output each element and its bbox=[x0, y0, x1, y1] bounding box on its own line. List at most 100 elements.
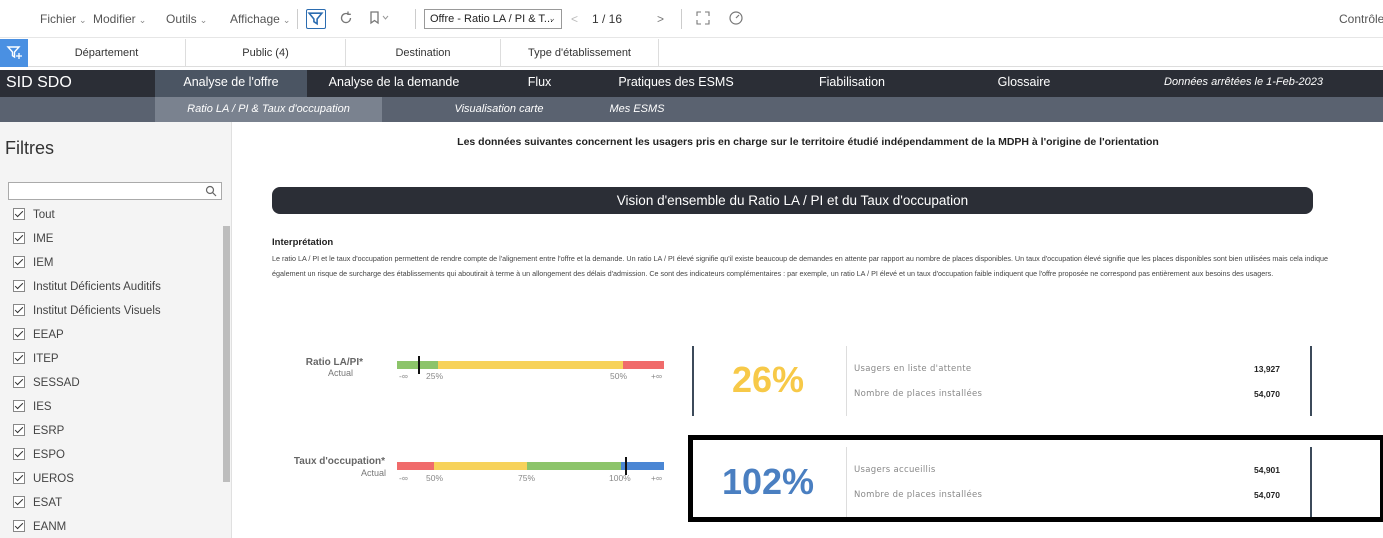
checkbox-row[interactable]: ITEP bbox=[13, 352, 59, 370]
interpretation-text: Le ratio LA / PI et le taux d'occupation… bbox=[272, 254, 1328, 278]
ratio-tick: +∞ bbox=[651, 371, 663, 381]
checkbox-checked-icon[interactable] bbox=[13, 448, 25, 460]
menu-affichage[interactable]: Affichage ⌄ bbox=[230, 12, 290, 26]
stat-label: Nombre de places installées bbox=[854, 389, 983, 399]
controls-menu[interactable]: Contrôles bbox=[1339, 12, 1383, 26]
checkbox-row[interactable]: EEAP bbox=[13, 328, 64, 346]
checkbox-row[interactable]: IME bbox=[13, 232, 53, 250]
main-content: Les données suivantes concernent les usa… bbox=[233, 122, 1383, 538]
sidebar-scrollbar[interactable] bbox=[223, 226, 230, 482]
chevron-down-icon: ⌄ bbox=[282, 15, 291, 25]
checkbox-checked-icon[interactable] bbox=[13, 376, 25, 388]
stat-label: Usagers en liste d'attente bbox=[854, 364, 972, 374]
filter-panel-button[interactable] bbox=[0, 39, 28, 67]
nav-fiabilisation[interactable]: Fiabilisation bbox=[790, 70, 914, 97]
checkbox-row[interactable]: Institut Déficients Visuels bbox=[13, 304, 161, 322]
bookmark-button[interactable] bbox=[368, 10, 390, 29]
filter-tab-destination[interactable]: Destination bbox=[346, 39, 501, 67]
interpretation-title: Interprétation bbox=[272, 237, 334, 248]
performance-button[interactable] bbox=[728, 10, 744, 29]
ratio-percent: 26% bbox=[731, 359, 805, 400]
sidebar-search-input[interactable] bbox=[8, 182, 222, 200]
nav-pratiques-esms[interactable]: Pratiques des ESMS bbox=[596, 70, 756, 97]
checkbox-checked-icon[interactable] bbox=[13, 232, 25, 244]
checkbox-label: EANM bbox=[33, 521, 67, 533]
checkbox-checked-icon[interactable] bbox=[13, 208, 25, 220]
taux-tick: 50% bbox=[426, 473, 444, 483]
checkbox-row[interactable]: Institut Déficients Auditifs bbox=[13, 280, 161, 298]
ratio-tick: 25% bbox=[426, 371, 444, 381]
prev-page-button[interactable]: < bbox=[571, 12, 578, 26]
checkbox-row[interactable]: IES bbox=[13, 400, 52, 418]
checkbox-checked-icon[interactable] bbox=[13, 520, 25, 532]
checkbox-checked-icon[interactable] bbox=[13, 280, 25, 292]
checkbox-row[interactable]: Tout bbox=[13, 208, 55, 226]
filter-toggle-button[interactable] bbox=[306, 9, 326, 29]
toolbar: Fichier ⌄ Modifier ⌄ Outils ⌄ Affichage ⌄ Of… bbox=[0, 0, 1383, 38]
checkbox-row[interactable]: IEM bbox=[13, 256, 53, 274]
taux-bar-yellow bbox=[434, 462, 527, 470]
data-date-label: Données arrêtées le 1-Feb-2023 bbox=[1164, 76, 1323, 88]
filter-bar: Département Public (4) Destination Type … bbox=[0, 39, 1383, 67]
checkbox-checked-icon[interactable] bbox=[13, 304, 25, 316]
nav-analyse-offre[interactable]: Analyse de l'offre bbox=[155, 70, 307, 97]
story-select[interactable]: Offre - Ratio LA / PI & T... ⌄ bbox=[424, 9, 562, 29]
checkbox-checked-icon[interactable] bbox=[13, 496, 25, 508]
menu-outils[interactable]: Outils ⌄ bbox=[166, 12, 207, 26]
toolbar-divider bbox=[415, 9, 416, 29]
chevron-down-icon: ⌄ bbox=[199, 15, 208, 25]
ratio-marker bbox=[418, 356, 421, 374]
filter-tab-departement[interactable]: Département bbox=[28, 39, 186, 67]
search-icon bbox=[205, 185, 217, 197]
subnav-mes-esms[interactable]: Mes ESMS bbox=[592, 97, 682, 122]
checkbox-row[interactable]: EANM bbox=[13, 520, 66, 538]
checkbox-checked-icon[interactable] bbox=[13, 256, 25, 268]
checkbox-checked-icon[interactable] bbox=[13, 352, 25, 364]
chevron-down-icon: ⌄ bbox=[548, 13, 556, 23]
app-brand: SID SDO bbox=[6, 74, 72, 91]
subnav-ratio-taux[interactable]: Ratio LA / PI & Taux d'occupation bbox=[155, 97, 382, 122]
taux-tick: +∞ bbox=[651, 473, 663, 483]
kpi-ratio-sub: Actual bbox=[327, 368, 353, 378]
checkbox-checked-icon[interactable] bbox=[13, 424, 25, 436]
checkbox-row[interactable]: ESAT bbox=[13, 496, 62, 514]
story-select-value: Offre - Ratio LA / PI & T... bbox=[430, 13, 554, 25]
checkbox-label: ESAT bbox=[33, 497, 63, 509]
checkbox-label: EEAP bbox=[33, 329, 64, 341]
sidebar-title: Filtres bbox=[5, 138, 54, 158]
taux-tick: 75% bbox=[518, 473, 536, 483]
refresh-button[interactable] bbox=[338, 10, 354, 29]
chevron-down-icon: ⌄ bbox=[138, 15, 147, 25]
checkbox-checked-icon[interactable] bbox=[13, 328, 25, 340]
filter-sidebar: Filtres Tout IME IEM Institut Déficients Au… bbox=[0, 122, 232, 538]
page-indicator: 1 / 16 bbox=[592, 12, 623, 26]
checkbox-checked-icon[interactable] bbox=[13, 472, 25, 484]
checkbox-label: IME bbox=[33, 233, 54, 245]
highlight-annotation-box bbox=[688, 435, 1383, 522]
nav-flux[interactable]: Flux bbox=[508, 70, 571, 97]
menu-fichier[interactable]: Fichier ⌄ bbox=[40, 12, 87, 26]
nav-glossaire[interactable]: Glossaire bbox=[972, 70, 1076, 97]
ratio-tick: 50% bbox=[610, 371, 628, 381]
checkbox-row[interactable]: SESSAD bbox=[13, 376, 80, 394]
taux-bar-green bbox=[527, 462, 621, 470]
checkbox-checked-icon[interactable] bbox=[13, 400, 25, 412]
menu-modifier[interactable]: Modifier ⌄ bbox=[93, 12, 146, 26]
checkbox-row[interactable]: ESRP bbox=[13, 424, 64, 442]
checkbox-label: SESSAD bbox=[33, 377, 80, 389]
next-page-button[interactable]: > bbox=[657, 12, 664, 26]
fullscreen-button[interactable] bbox=[696, 11, 710, 28]
checkbox-row[interactable]: ESPO bbox=[13, 448, 65, 466]
checkbox-label: ESRP bbox=[33, 425, 65, 437]
main-navbar: SID SDO Analyse de l'offre Analyse de la… bbox=[0, 70, 1383, 97]
nav-analyse-demande[interactable]: Analyse de la demande bbox=[307, 70, 481, 97]
subnav-visualisation-carte[interactable]: Visualisation carte bbox=[434, 97, 564, 122]
filter-tab-type-etablissement[interactable]: Type d'établissement bbox=[501, 39, 659, 67]
checkbox-row[interactable]: UEROS bbox=[13, 472, 74, 490]
filter-tab-public[interactable]: Public (4) bbox=[186, 39, 346, 67]
refresh-icon bbox=[340, 11, 352, 24]
gauge-icon bbox=[729, 11, 743, 25]
filter-icon bbox=[307, 12, 324, 26]
checkbox-label: ESPO bbox=[33, 449, 65, 461]
kpi-taux-label: Taux d'occupation* bbox=[293, 456, 385, 467]
